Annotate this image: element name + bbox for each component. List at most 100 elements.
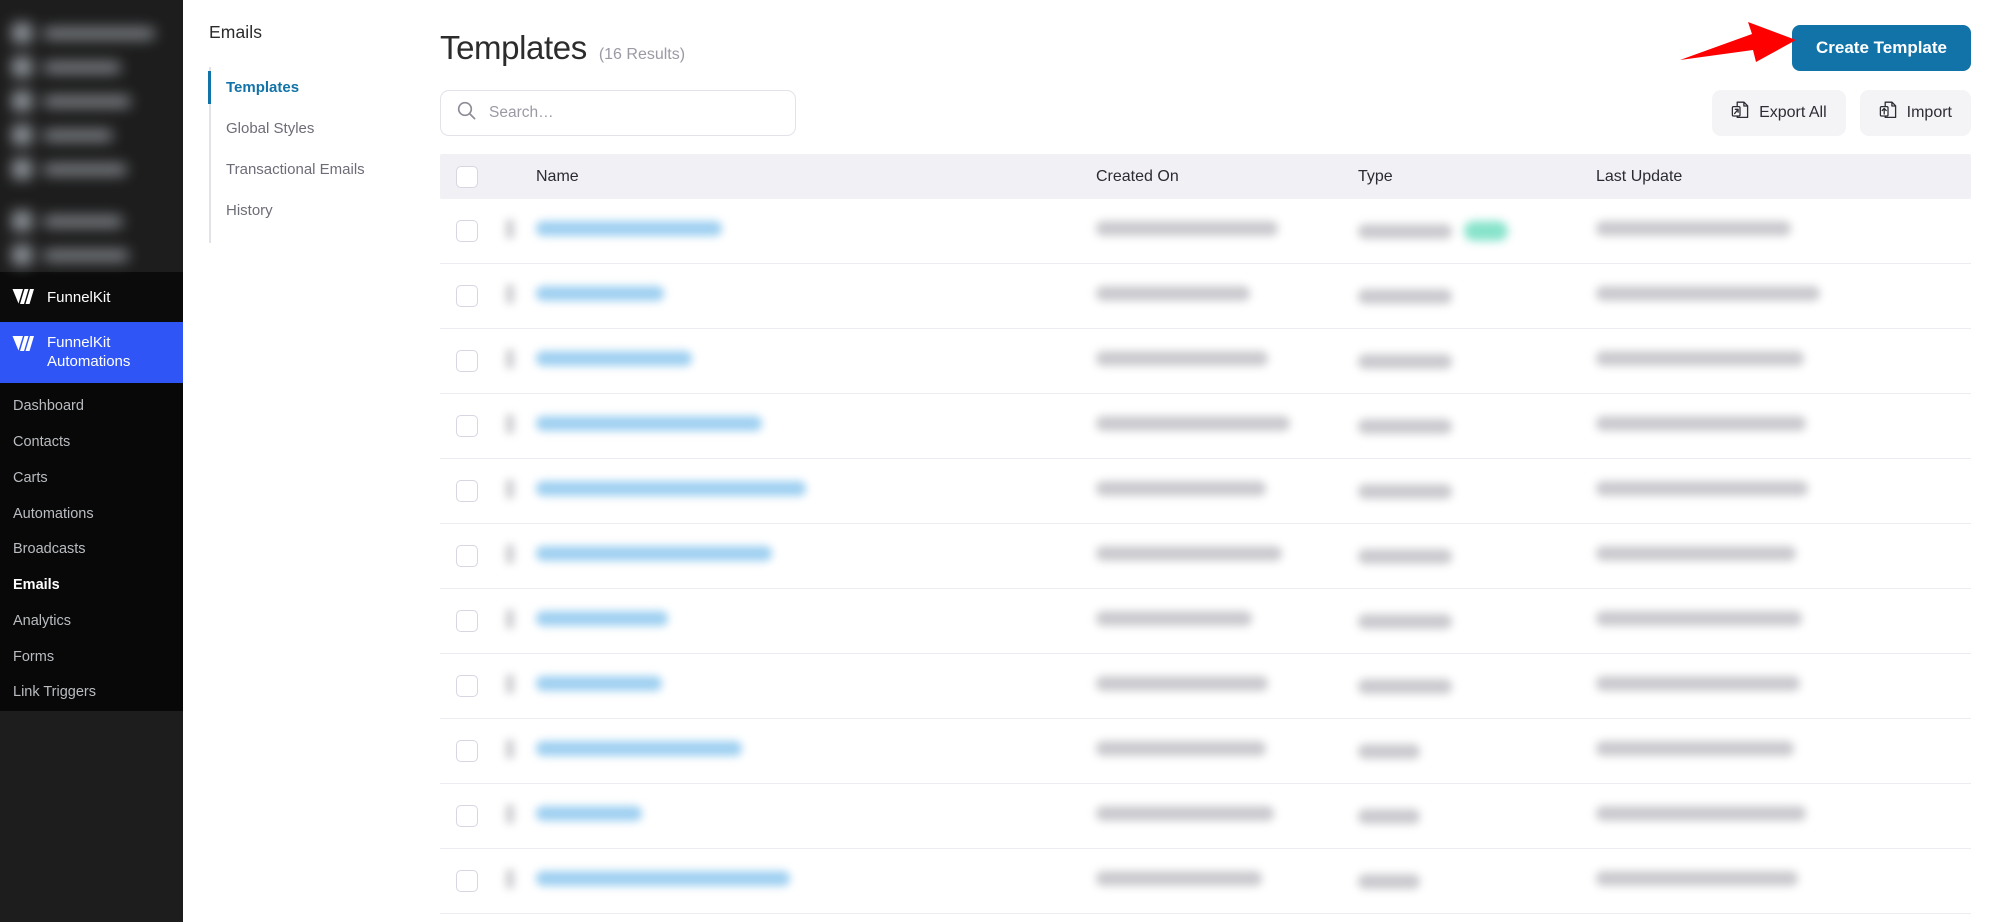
row-checkbox[interactable] — [456, 415, 478, 437]
cell-created-on — [1096, 416, 1358, 436]
cell-name[interactable] — [536, 611, 1096, 631]
main-content: Templates (16 Results) Create Template S… — [410, 0, 1999, 922]
sidebar-brand-funnelkit[interactable]: FunnelKit — [0, 272, 183, 322]
cell-name[interactable] — [536, 221, 1096, 241]
import-button[interactable]: Import — [1859, 90, 1971, 136]
page-title: Templates — [440, 29, 587, 66]
row-drag-handle[interactable] — [506, 608, 536, 634]
cell-name[interactable] — [536, 546, 1096, 566]
cell-name[interactable] — [536, 286, 1096, 306]
sidebar-item-carts[interactable]: Carts — [0, 461, 183, 497]
page-header: Templates (16 Results) Create Template — [440, 0, 1971, 82]
wp-blurred-menu-item[interactable] — [0, 16, 183, 50]
sidebar-item-link-triggers[interactable]: Link Triggers — [0, 675, 183, 711]
row-drag-handle[interactable] — [506, 543, 536, 569]
export-all-button[interactable]: Export All — [1712, 90, 1846, 136]
sidebar-item-forms[interactable]: Forms — [0, 640, 183, 676]
row-drag-handle[interactable] — [506, 283, 536, 309]
sub-nav-item-templates[interactable]: Templates — [208, 67, 410, 108]
menu-label-placeholder — [43, 249, 129, 261]
row-select-cell — [440, 285, 506, 307]
row-drag-handle[interactable] — [506, 478, 536, 504]
table-row[interactable] — [440, 199, 1971, 264]
wp-blurred-menu-item[interactable] — [0, 50, 183, 84]
row-drag-handle[interactable] — [506, 413, 536, 439]
row-checkbox[interactable] — [456, 740, 478, 762]
cell-type — [1358, 678, 1596, 694]
table-row[interactable] — [440, 849, 1971, 914]
table-row[interactable] — [440, 264, 1971, 329]
row-checkbox[interactable] — [456, 545, 478, 567]
cell-last-update — [1596, 546, 1971, 566]
row-checkbox[interactable] — [456, 285, 478, 307]
row-drag-handle[interactable] — [506, 738, 536, 764]
wp-blurred-menu-item[interactable] — [0, 84, 183, 118]
row-checkbox[interactable] — [456, 870, 478, 892]
table-row[interactable] — [440, 394, 1971, 459]
row-checkbox[interactable] — [456, 675, 478, 697]
create-template-button[interactable]: Create Template — [1791, 25, 1971, 71]
toolbar-actions: Export All Import — [1712, 90, 1971, 136]
table-row[interactable] — [440, 459, 1971, 524]
sub-nav-item-transactional-emails[interactable]: Transactional Emails — [209, 149, 410, 190]
column-header-created-on[interactable]: Created On — [1096, 168, 1358, 186]
select-all-checkbox[interactable] — [456, 165, 478, 188]
menu-label-placeholder — [43, 215, 123, 227]
templates-table: Name Created On Type Last Update — [440, 154, 1971, 914]
sidebar-item-dashboard[interactable]: Dashboard — [0, 389, 183, 425]
sidebar-item-automations[interactable]: Automations — [0, 497, 183, 533]
sidebar-item-contacts[interactable]: Contacts — [0, 425, 183, 461]
sidebar-item-analytics[interactable]: Analytics — [0, 604, 183, 640]
wp-blurred-menu-item[interactable] — [0, 118, 183, 152]
row-drag-handle[interactable] — [506, 673, 536, 699]
sidebar-brand-label: FunnelKit — [47, 288, 111, 306]
row-checkbox[interactable] — [456, 350, 478, 372]
menu-label-placeholder — [43, 129, 113, 141]
sidebar-item-funnelkit-automations[interactable]: FunnelKit Automations — [0, 322, 183, 384]
sidebar-item-broadcasts[interactable]: Broadcasts — [0, 532, 183, 568]
row-checkbox[interactable] — [456, 220, 478, 242]
cell-name[interactable] — [536, 351, 1096, 371]
cell-name[interactable] — [536, 676, 1096, 696]
wp-blurred-menu-item[interactable] — [0, 152, 183, 186]
sub-nav-title: Emails — [209, 22, 263, 42]
cell-name[interactable] — [536, 871, 1096, 891]
cell-created-on — [1096, 741, 1358, 761]
search-input[interactable] — [440, 90, 796, 136]
import-label: Import — [1906, 104, 1952, 121]
sidebar-item-emails[interactable]: Emails — [0, 568, 183, 604]
column-header-name[interactable]: Name — [536, 168, 1096, 186]
wp-blurred-menu-item[interactable] — [0, 204, 183, 238]
row-drag-handle[interactable] — [506, 868, 536, 894]
table-row[interactable] — [440, 654, 1971, 719]
table-row[interactable] — [440, 719, 1971, 784]
column-header-type[interactable]: Type — [1358, 168, 1596, 186]
results-count: (16 Results) — [598, 46, 686, 63]
table-row[interactable] — [440, 524, 1971, 589]
cell-name[interactable] — [536, 806, 1096, 826]
column-header-last-update[interactable]: Last Update — [1596, 168, 1971, 186]
table-row[interactable] — [440, 589, 1971, 654]
row-drag-handle[interactable] — [506, 803, 536, 829]
cell-type — [1358, 743, 1596, 759]
cell-name[interactable] — [536, 741, 1096, 761]
menu-label-placeholder — [43, 61, 121, 73]
wp-blurred-menu-item[interactable] — [0, 238, 183, 272]
row-drag-handle[interactable] — [506, 348, 536, 374]
row-checkbox[interactable] — [456, 805, 478, 827]
table-row[interactable] — [440, 784, 1971, 849]
cell-created-on — [1096, 481, 1358, 501]
row-select-cell — [440, 870, 506, 892]
cell-name[interactable] — [536, 481, 1096, 501]
cell-last-update — [1596, 481, 1971, 501]
row-checkbox[interactable] — [456, 480, 478, 502]
cell-name[interactable] — [536, 416, 1096, 436]
table-row[interactable] — [440, 329, 1971, 394]
row-checkbox[interactable] — [456, 610, 478, 632]
cell-created-on — [1096, 676, 1358, 696]
row-select-cell — [440, 415, 506, 437]
row-drag-handle[interactable] — [506, 218, 536, 244]
sub-nav-item-global-styles[interactable]: Global Styles — [209, 108, 410, 149]
sub-nav-item-history[interactable]: History — [209, 190, 410, 231]
cell-type — [1358, 873, 1596, 889]
